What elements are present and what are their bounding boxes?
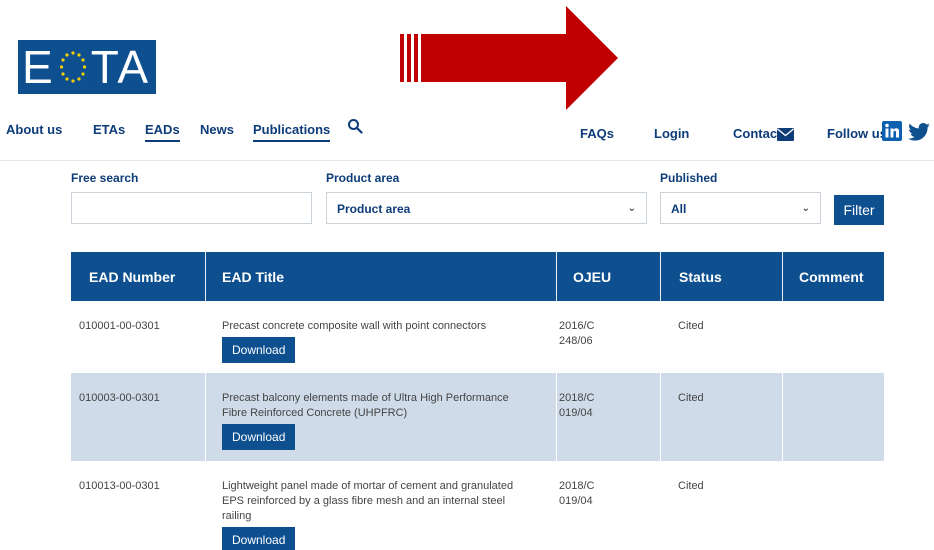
published-value: All <box>671 202 687 216</box>
nav-eads[interactable]: EADs <box>145 122 180 142</box>
ead-title-text: Precast concrete composite wall with poi… <box>222 320 487 332</box>
logo-wordmark: E TA <box>22 40 150 94</box>
status-cell: Cited <box>678 480 704 492</box>
column-divider <box>782 373 783 461</box>
table-row: 010013-00-0301 Lightweight panel made of… <box>71 461 884 550</box>
nav-contact[interactable]: Contact <box>733 126 781 141</box>
column-divider <box>782 252 783 301</box>
product-area-select[interactable]: Product area ⌄ <box>326 192 647 224</box>
nav-news[interactable]: News <box>200 122 234 137</box>
status-cell: Cited <box>678 392 704 404</box>
envelope-icon[interactable] <box>777 128 794 141</box>
search-icon[interactable] <box>347 118 363 134</box>
column-divider <box>556 252 557 301</box>
table-row: 010003-00-0301 Precast balcony elements … <box>71 373 884 461</box>
ead-title-text: Precast balcony elements made of Ultra H… <box>222 392 509 419</box>
free-search-input[interactable] <box>71 192 312 224</box>
logo-letters-ta: TA <box>90 41 151 93</box>
column-header-status[interactable]: Status <box>679 252 722 301</box>
ojeu-cell[interactable]: 2018/C 019/04 <box>559 479 649 509</box>
product-area-value: Product area <box>337 202 411 216</box>
table-header: EAD Number EAD Title OJEU Status Comment <box>71 252 884 301</box>
ead-title-cell: Lightweight panel made of mortar of ceme… <box>222 479 532 550</box>
nav-etas[interactable]: ETAs <box>93 122 125 137</box>
red-arrow-annotation <box>400 6 618 110</box>
column-header-comment[interactable]: Comment <box>799 252 864 301</box>
column-divider <box>660 252 661 301</box>
column-divider <box>556 373 557 461</box>
linkedin-icon[interactable] <box>882 121 902 141</box>
product-area-label: Product area <box>326 171 400 185</box>
free-search-label: Free search <box>71 171 139 185</box>
column-divider <box>660 373 661 461</box>
ojeu-cell[interactable]: 2016/C 248/06 <box>559 319 649 349</box>
column-header-ead-number[interactable]: EAD Number <box>89 252 175 301</box>
eu-stars-icon <box>59 51 86 83</box>
nav-login[interactable]: Login <box>654 126 689 141</box>
chevron-down-icon: ⌄ <box>801 203 810 214</box>
twitter-icon[interactable] <box>908 123 930 141</box>
table-row: 010001-00-0301 Precast concrete composit… <box>71 301 884 373</box>
column-divider <box>205 252 206 301</box>
status-cell: Cited <box>678 320 704 332</box>
main-nav: About us ETAs EADs News Publications FAQ… <box>0 118 934 148</box>
filter-button[interactable]: Filter <box>834 195 884 225</box>
column-divider <box>205 373 206 461</box>
nav-follow-us: Follow us <box>827 126 887 141</box>
published-label: Published <box>660 171 718 185</box>
nav-publications[interactable]: Publications <box>253 122 331 142</box>
ead-title-cell: Precast concrete composite wall with poi… <box>222 319 542 363</box>
published-select[interactable]: All ⌄ <box>660 192 821 224</box>
header-divider <box>0 160 934 161</box>
ojeu-cell[interactable]: 2018/C 019/04 <box>559 391 649 421</box>
column-header-ojeu[interactable]: OJEU <box>573 252 611 301</box>
logo-letter-e: E <box>22 41 55 93</box>
download-button[interactable]: Download <box>222 424 296 450</box>
download-button[interactable]: Download <box>222 527 296 550</box>
download-button[interactable]: Download <box>222 337 296 363</box>
column-header-ead-title[interactable]: EAD Title <box>222 252 284 301</box>
ead-number-cell: 010003-00-0301 <box>79 392 160 404</box>
ead-title-text: Lightweight panel made of mortar of ceme… <box>222 480 514 522</box>
nav-about-us[interactable]: About us <box>6 122 62 137</box>
ead-number-cell: 010001-00-0301 <box>79 320 160 332</box>
nav-faqs[interactable]: FAQs <box>580 126 614 141</box>
ead-title-cell: Precast balcony elements made of Ultra H… <box>222 391 532 450</box>
eota-logo[interactable]: E TA <box>18 40 156 94</box>
ead-number-cell: 010013-00-0301 <box>79 480 160 492</box>
chevron-down-icon: ⌄ <box>627 203 636 214</box>
